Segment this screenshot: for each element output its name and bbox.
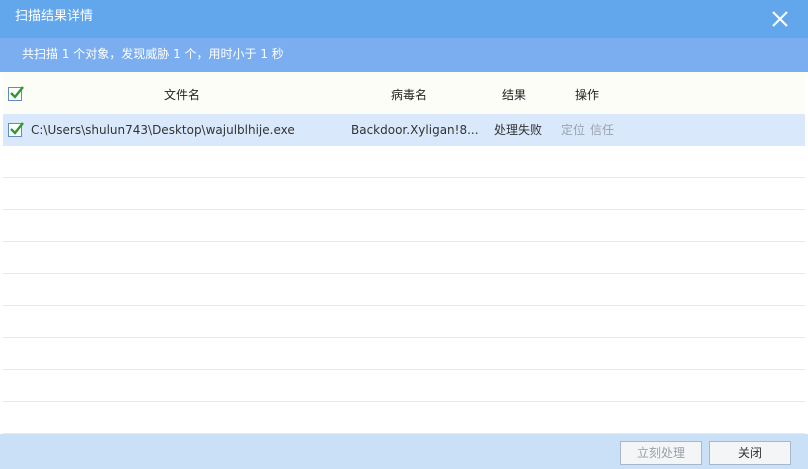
row-checkbox[interactable] [8,122,24,137]
trust-link[interactable]: 信任 [590,122,614,138]
virus-name: Backdoor.Xyligan!8... [351,123,479,137]
scan-summary-bar: 共扫描 1 个对象，发现威胁 1 个，用时小于 1 秒 [0,38,808,72]
checkmark-icon [10,122,24,135]
process-now-button[interactable]: 立刻处理 [620,441,702,465]
column-header-result: 结果 [502,88,527,102]
dialog-title: 扫描结果详情 [15,9,94,24]
checkmark-icon [10,86,24,99]
scan-summary-text: 共扫描 1 个对象，发现威胁 1 个，用时小于 1 秒 [22,47,284,61]
table-header: 文件名 病毒名 结果 操作 [3,72,805,115]
select-all-checkbox[interactable] [8,86,24,101]
empty-row [3,178,805,210]
empty-row [3,242,805,274]
table-row[interactable]: C:\Users\shulun743\Desktop\wajulblhije.e… [3,114,805,146]
empty-row [3,210,805,242]
locate-link[interactable]: 定位 [561,122,585,138]
empty-row [3,274,805,306]
close-button[interactable]: 关闭 [709,441,791,465]
empty-row [3,402,805,434]
file-path: C:\Users\shulun743\Desktop\wajulblhije.e… [31,123,295,137]
results-table: 文件名 病毒名 结果 操作 C:\Users\shulun743\Desktop… [3,72,805,434]
scan-results-dialog: 扫描结果详情 共扫描 1 个对象，发现威胁 1 个，用时小于 1 秒 文件名 病… [0,0,808,469]
close-icon[interactable] [766,5,794,33]
empty-row [3,146,805,178]
empty-row [3,338,805,370]
dialog-footer: 立刻处理 关闭 [0,434,808,469]
empty-row [3,370,805,402]
result-status: 处理失败 [494,123,543,137]
column-header-action: 操作 [575,88,600,102]
title-bar: 扫描结果详情 [0,0,808,38]
empty-row [3,306,805,338]
column-header-virus: 病毒名 [391,88,428,102]
column-header-filename: 文件名 [164,88,201,102]
